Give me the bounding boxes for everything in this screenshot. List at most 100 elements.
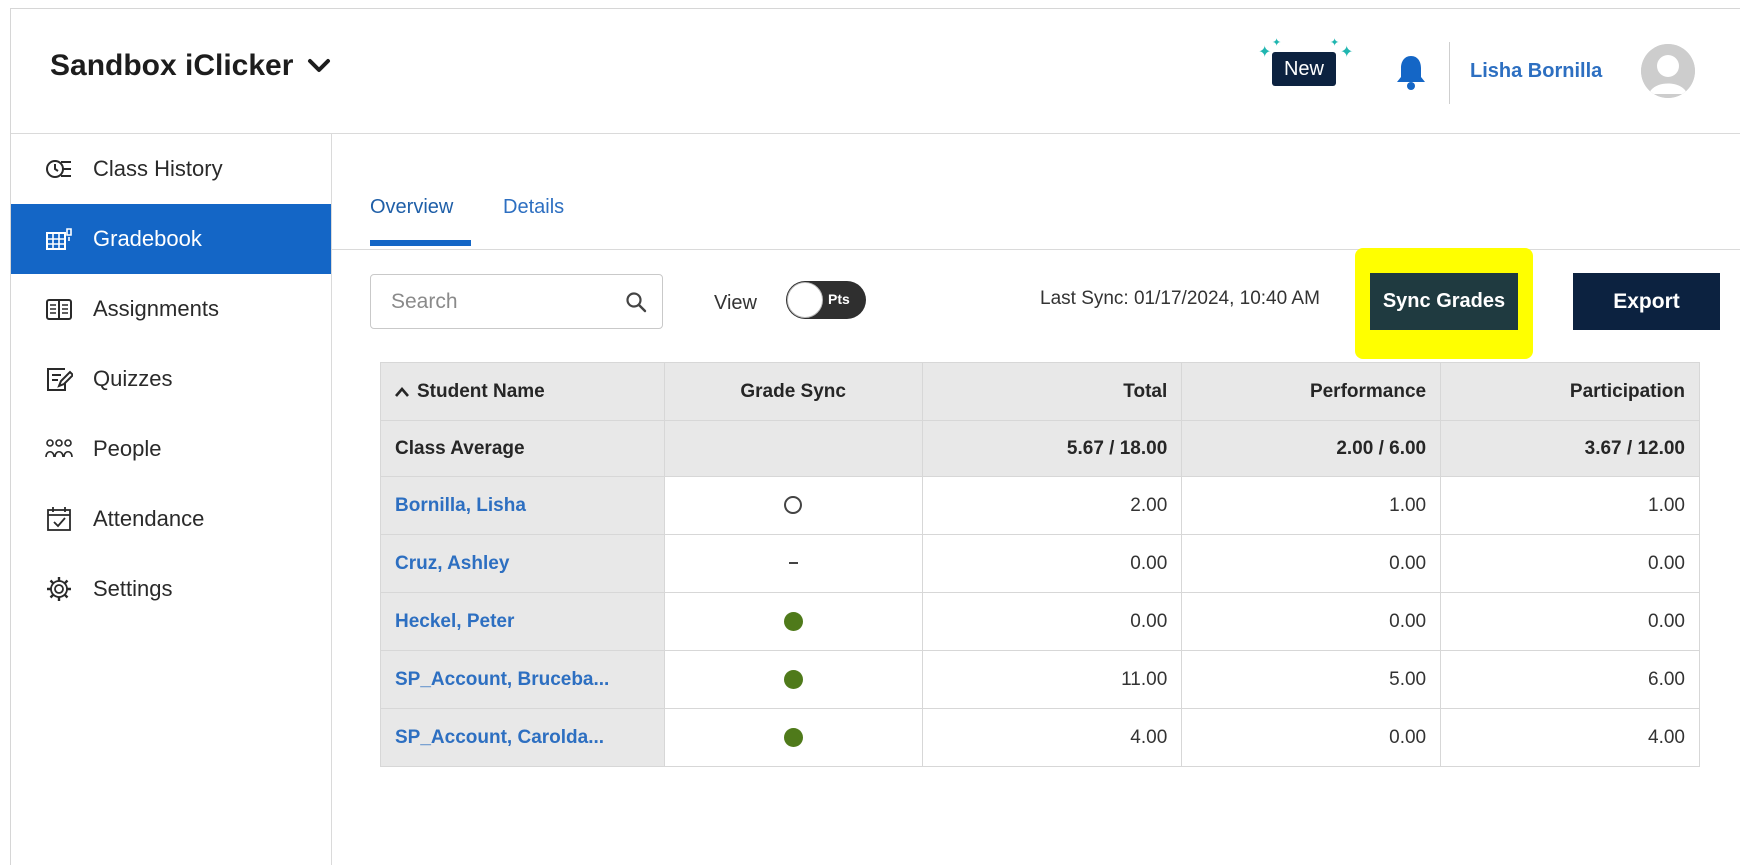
- sidebar-item-label: Class History: [93, 156, 223, 181]
- gear-icon: [45, 575, 73, 603]
- sidebar-item-assignments[interactable]: Assignments: [11, 274, 331, 344]
- student-name-link[interactable]: Bornilla, Lisha: [395, 495, 526, 516]
- sidebar-item-quizzes[interactable]: Quizzes: [11, 344, 331, 414]
- last-sync-text: Last Sync: 01/17/2024, 10:40 AM: [1040, 288, 1320, 309]
- total-cell: 0.00: [921, 592, 1183, 651]
- sparkle-icon: ✦: [1340, 44, 1354, 61]
- user-silhouette-icon: [1641, 44, 1695, 98]
- sort-ascending-icon: [395, 386, 409, 397]
- sidebar-item-label: Settings: [93, 576, 173, 601]
- sidebar-item-class-history[interactable]: Class History: [11, 134, 331, 204]
- participation-cell: 6.00: [1440, 650, 1700, 709]
- sync-synced-icon: [783, 669, 803, 689]
- performance-cell: 1.00: [1181, 476, 1442, 535]
- table-header-row: Student Name Grade Sync Total Performanc…: [380, 362, 1700, 421]
- total-cell: 4.00: [921, 708, 1183, 767]
- column-header-participation[interactable]: Participation: [1440, 362, 1700, 421]
- search-icon[interactable]: [624, 290, 648, 314]
- participation-cell: 0.00: [1440, 592, 1700, 651]
- student-name-cell: Bornilla, Lisha: [380, 476, 665, 535]
- search-input[interactable]: [391, 289, 611, 314]
- calendar-check-icon: [45, 505, 73, 533]
- performance-cell: 0.00: [1181, 708, 1442, 767]
- sidebar-item-label: Assignments: [93, 296, 219, 321]
- tab-overview[interactable]: Overview: [370, 196, 453, 219]
- course-switcher[interactable]: Sandbox iClicker: [50, 49, 331, 83]
- class-average-sync: [663, 420, 923, 477]
- sidebar: Class History Gradebook Assignments Quiz…: [11, 134, 332, 865]
- points-view-toggle[interactable]: Pts: [786, 281, 866, 319]
- participation-cell: 4.00: [1440, 708, 1700, 767]
- grade-sync-cell: [663, 592, 923, 651]
- active-tab-indicator: [370, 240, 471, 246]
- avatar[interactable]: [1641, 44, 1695, 98]
- column-header-grade-sync[interactable]: Grade Sync: [663, 362, 923, 421]
- user-name-link[interactable]: Lisha Bornilla: [1470, 60, 1602, 83]
- tab-bar: Overview Details: [332, 134, 1740, 250]
- total-cell: 11.00: [921, 650, 1183, 709]
- book-icon: [45, 295, 73, 323]
- sync-not-applicable-icon: [788, 562, 798, 565]
- student-name-cell: Cruz, Ashley: [380, 534, 665, 593]
- export-button[interactable]: Export: [1573, 273, 1720, 330]
- performance-cell: 0.00: [1181, 534, 1442, 593]
- student-name-link[interactable]: Cruz, Ashley: [395, 553, 509, 574]
- table-row: Heckel, Peter 0.00 0.00 0.00: [380, 592, 1700, 651]
- whats-new-badge[interactable]: New: [1272, 52, 1336, 86]
- bell-icon[interactable]: [1394, 53, 1428, 91]
- class-average-participation: 3.67 / 12.00: [1440, 420, 1700, 477]
- grade-sync-cell: [663, 534, 923, 593]
- sync-not-synced-icon: [784, 496, 803, 515]
- sidebar-item-label: Gradebook: [93, 226, 202, 251]
- grade-sync-cell: [663, 650, 923, 709]
- column-header-total[interactable]: Total: [921, 362, 1183, 421]
- toggle-knob: [787, 282, 823, 318]
- sidebar-item-gradebook[interactable]: Gradebook: [11, 204, 331, 274]
- student-name-link[interactable]: Heckel, Peter: [395, 611, 514, 632]
- header-divider: [1449, 42, 1450, 104]
- student-name-link[interactable]: SP_Account, Bruceba...: [395, 669, 609, 690]
- quiz-edit-icon: [45, 365, 73, 393]
- view-label: View: [714, 292, 757, 314]
- grade-sync-cell: [663, 708, 923, 767]
- table-row: Cruz, Ashley 0.00 0.00 0.00: [380, 534, 1700, 593]
- class-average-total: 5.67 / 18.00: [921, 420, 1183, 477]
- grade-sync-cell: [663, 476, 923, 535]
- top-header: Sandbox iClicker ✦ ✦ New ✦ ✦ Lisha Borni…: [11, 9, 1740, 134]
- sidebar-item-label: Quizzes: [93, 366, 173, 391]
- table-row: Bornilla, Lisha 2.00 1.00 1.00: [380, 476, 1700, 535]
- class-average-label: Class Average: [380, 420, 665, 477]
- sparkle-icon: ✦: [1272, 37, 1282, 49]
- sidebar-item-label: Attendance: [93, 506, 205, 531]
- total-cell: 0.00: [921, 534, 1183, 593]
- chevron-down-icon: [308, 59, 331, 72]
- performance-cell: 5.00: [1181, 650, 1442, 709]
- course-title: Sandbox iClicker: [50, 49, 294, 82]
- sparkle-icon: ✦: [1330, 37, 1340, 49]
- table-row: SP_Account, Bruceba... 11.00 5.00 6.00: [380, 650, 1700, 709]
- people-icon: [45, 435, 73, 463]
- sidebar-item-label: People: [93, 436, 162, 461]
- sidebar-item-people[interactable]: People: [11, 414, 331, 484]
- student-name-cell: SP_Account, Bruceba...: [380, 650, 665, 709]
- column-header-performance[interactable]: Performance: [1181, 362, 1442, 421]
- student-name-cell: SP_Account, Carolda...: [380, 708, 665, 767]
- clock-list-icon: [45, 155, 73, 183]
- tab-details[interactable]: Details: [503, 196, 564, 219]
- sync-grades-button[interactable]: Sync Grades: [1370, 273, 1518, 330]
- participation-cell: 0.00: [1440, 534, 1700, 593]
- column-header-student-name[interactable]: Student Name: [380, 362, 665, 421]
- class-average-row: Class Average 5.67 / 18.00 2.00 / 6.00 3…: [380, 420, 1700, 477]
- sync-synced-icon: [783, 611, 803, 631]
- sidebar-item-attendance[interactable]: Attendance: [11, 484, 331, 554]
- table-row: SP_Account, Carolda... 4.00 0.00 4.00: [380, 708, 1700, 767]
- sparkle-icon: ✦: [1258, 44, 1272, 61]
- gradebook-icon: [45, 225, 73, 253]
- total-cell: 2.00: [921, 476, 1183, 535]
- toggle-label: Pts: [828, 291, 850, 307]
- class-average-performance: 2.00 / 6.00: [1181, 420, 1442, 477]
- participation-cell: 1.00: [1440, 476, 1700, 535]
- search-box: [370, 274, 663, 329]
- sidebar-item-settings[interactable]: Settings: [11, 554, 331, 624]
- student-name-link[interactable]: SP_Account, Carolda...: [395, 727, 604, 748]
